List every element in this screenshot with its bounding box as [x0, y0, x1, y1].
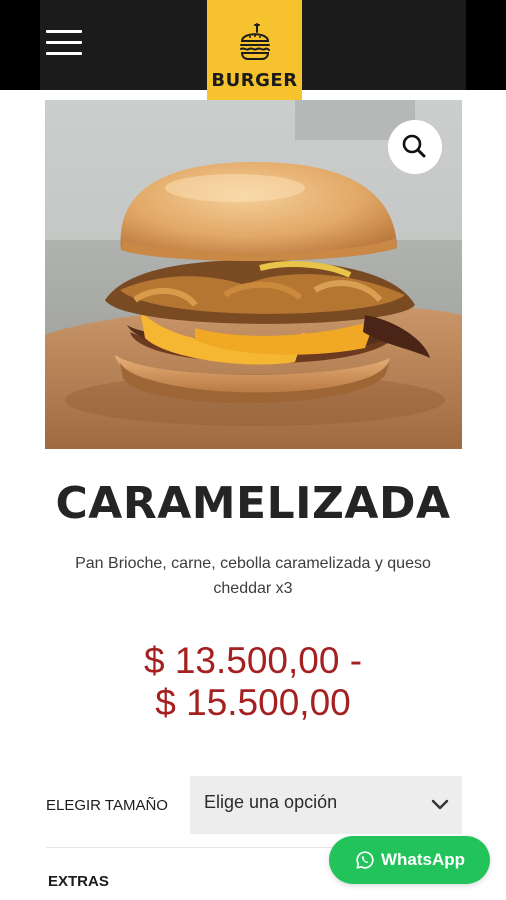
product-price: $ 13.500,00 - $ 15.500,00	[0, 640, 506, 724]
whatsapp-icon	[356, 851, 374, 869]
extras-label: EXTRAS	[48, 873, 109, 890]
size-select[interactable]: Elige una opción	[190, 776, 462, 834]
product-description: Pan Brioche, carne, cebolla caramelizada…	[75, 555, 431, 597]
header-edge-left	[0, 0, 40, 90]
burger-icon	[240, 23, 270, 60]
chevron-down-icon	[431, 799, 449, 810]
header-edge-right	[466, 0, 506, 90]
price-range-end: $ 15.500,00	[155, 682, 351, 723]
magnifier-icon	[402, 134, 426, 158]
logo-text: BURGER	[211, 70, 298, 91]
size-option-row: ELEGIR TAMAÑO Elige una opción	[0, 776, 506, 834]
whatsapp-button[interactable]: WhatsApp	[329, 836, 490, 884]
size-label: ELEGIR TAMAÑO	[46, 797, 168, 814]
whatsapp-label: WhatsApp	[381, 850, 466, 869]
hamburger-menu-icon[interactable]	[46, 30, 82, 60]
product-title: CARAMELIZADA	[55, 478, 451, 529]
zoom-button[interactable]	[388, 120, 442, 174]
size-select-value: Elige una opción	[204, 792, 338, 812]
price-range-start: $ 13.500,00 -	[143, 640, 363, 681]
